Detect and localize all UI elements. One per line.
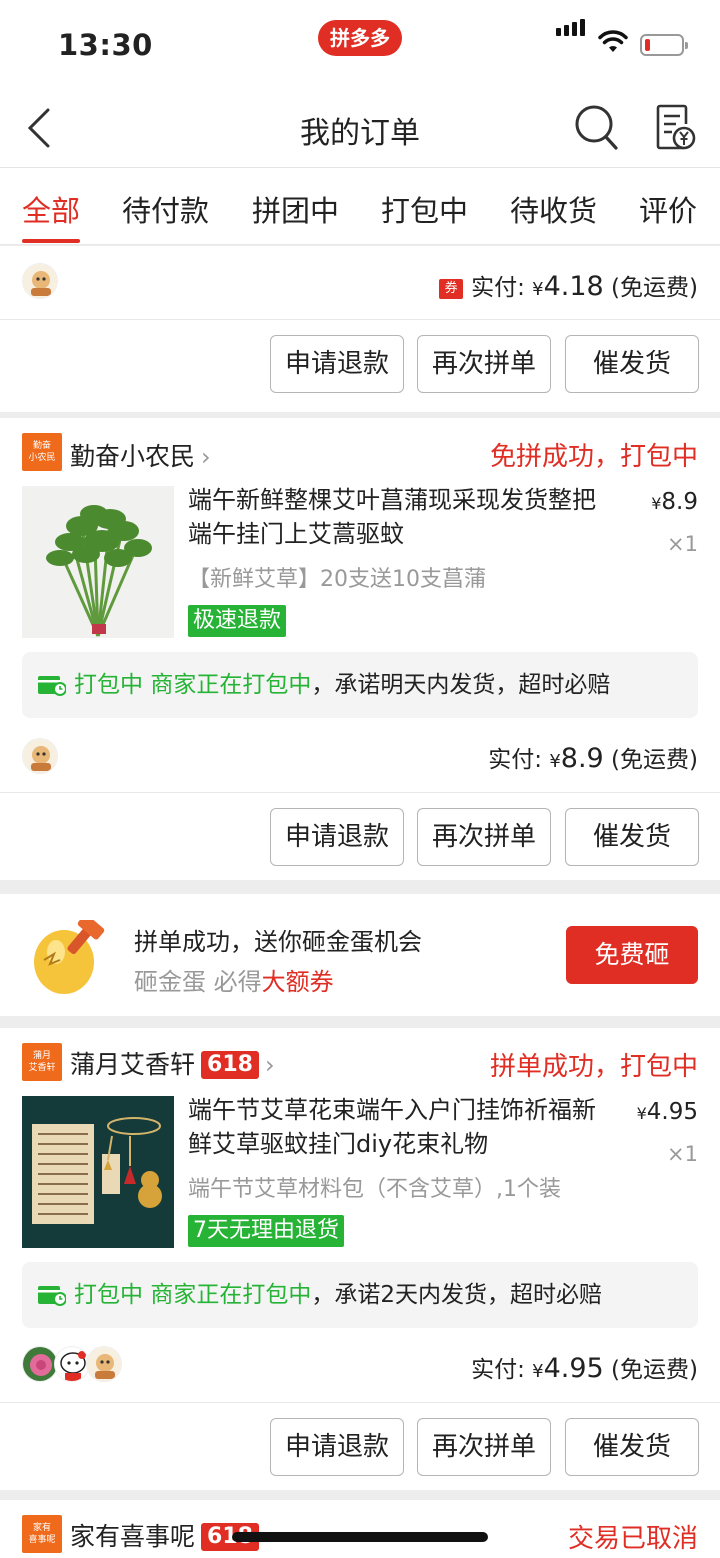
refund-button[interactable]: 申请退款 xyxy=(270,1418,404,1476)
order-card: 券实付: ¥4.18 (免运费) 申请退款 再次拼单 催发货 xyxy=(0,246,720,412)
wifi-icon xyxy=(598,30,628,58)
golden-egg-icon xyxy=(30,914,106,1000)
coupon-icon: 券 xyxy=(439,279,464,299)
status-time: 13:30 xyxy=(58,28,153,62)
seven-day-return-badge: 7天无理由退货 xyxy=(188,1215,344,1247)
shop-logo: 家有 喜事呢 xyxy=(22,1515,62,1553)
package-clock-icon xyxy=(38,1286,66,1306)
product-name[interactable]: 端午节艾草花束端午入户门挂饰祈福新鲜艾草驱蚊挂门diy花束礼物 xyxy=(188,1093,608,1161)
nav-header: 我的订单 xyxy=(0,90,720,168)
urge-shipping-button[interactable]: 催发货 xyxy=(565,335,699,393)
order-status: 拼单成功，打包中 xyxy=(489,1052,698,1082)
product-spec: 【新鲜艾草】20支送10支菖蒲 xyxy=(188,567,486,592)
avatar xyxy=(22,263,58,299)
order-card: 蒲月 艾香轩 蒲月艾香轩 618 › 拼单成功，打包中 端午节艾草花束端午入户门挂饰祈… xyxy=(0,1028,720,1490)
bill-button[interactable] xyxy=(654,104,698,156)
product-name[interactable]: 端午新鲜整棵艾叶菖蒲现采现发货整把端午挂门上艾蒿驱蚊 xyxy=(188,483,608,551)
shipping-notice[interactable]: 打包中 商家正在打包中，承诺2天内发货，超时必赔 xyxy=(22,1262,698,1328)
shop-logo: 勤奋 小农民 xyxy=(22,433,62,471)
search-button[interactable] xyxy=(574,104,620,156)
order-tabs: 全部 待付款 拼团中 打包中 待收货 评价 xyxy=(0,168,720,245)
shipping-notice[interactable]: 打包中 商家正在打包中，承诺明天内发货，超时必赔 xyxy=(22,652,698,718)
avatar xyxy=(86,1346,122,1382)
order-card: 家有 喜事呢 家有喜事呢 618 交易已取消 xyxy=(0,1500,720,1558)
status-bar: 13:30 拼多多 xyxy=(0,0,720,90)
paid-amount: 券实付: ¥4.18 (免运费) xyxy=(439,268,698,302)
paid-amount: 实付: ¥4.95 (免运费) xyxy=(471,1353,698,1384)
urge-shipping-button[interactable]: 催发货 xyxy=(565,808,699,866)
egg-title: 拼单成功，送你砸金蛋机会 xyxy=(134,928,422,956)
product-qty: ×1 xyxy=(667,1142,698,1166)
urge-shipping-button[interactable]: 催发货 xyxy=(565,1418,699,1476)
avatar xyxy=(22,1346,58,1382)
tab-grouping[interactable]: 拼团中 xyxy=(252,188,339,230)
regroup-button[interactable]: 再次拼单 xyxy=(417,335,551,393)
brand-badge: 拼多多 xyxy=(318,20,402,56)
avatar xyxy=(22,738,58,774)
tab-review[interactable]: 评价 xyxy=(639,188,697,230)
tab-pending-receipt[interactable]: 待收货 xyxy=(510,188,597,230)
product-price: ¥4.95 xyxy=(636,1099,698,1125)
tab-packing[interactable]: 打包中 xyxy=(381,188,468,230)
active-tab-indicator xyxy=(22,239,80,243)
paid-amount: 实付: ¥8.9 (免运费) xyxy=(488,743,698,774)
product-price: ¥8.9 xyxy=(651,489,698,515)
promo-618-badge: 618 xyxy=(201,1051,259,1079)
shop-name[interactable]: 勤奋小农民 › xyxy=(70,437,211,473)
search-icon xyxy=(575,105,618,150)
regroup-button[interactable]: 再次拼单 xyxy=(417,808,551,866)
chevron-right-icon: › xyxy=(201,443,211,471)
egg-subtitle: 砸金蛋 必得大额券 xyxy=(134,968,334,996)
shop-name[interactable]: 家有喜事呢 618 xyxy=(70,1517,259,1553)
chevron-right-icon: › xyxy=(264,1051,275,1079)
shop-name[interactable]: 蒲月艾香轩 618 › xyxy=(70,1045,275,1081)
product-image[interactable] xyxy=(22,1096,174,1248)
refund-button[interactable]: 申请退款 xyxy=(270,808,404,866)
order-status: 免拼成功，打包中 xyxy=(489,442,698,472)
product-spec: 端午节艾草材料包（不含艾草）,1个装 xyxy=(188,1177,561,1202)
avatar xyxy=(54,1346,90,1382)
fast-refund-badge: 极速退款 xyxy=(188,605,287,637)
home-indicator[interactable] xyxy=(232,1532,488,1542)
shop-logo: 蒲月 艾香轩 xyxy=(22,1043,62,1081)
order-status: 交易已取消 xyxy=(567,1524,698,1554)
refund-button[interactable]: 申请退款 xyxy=(270,335,404,393)
free-smash-button[interactable]: 免费砸 xyxy=(566,926,698,984)
tab-pending-payment[interactable]: 待付款 xyxy=(122,188,209,230)
product-image[interactable] xyxy=(22,486,174,638)
golden-egg-promo: 拼单成功，送你砸金蛋机会 砸金蛋 必得大额券 免费砸 xyxy=(0,894,720,1016)
battery-icon xyxy=(640,34,688,56)
package-clock-icon xyxy=(38,676,66,696)
regroup-button[interactable]: 再次拼单 xyxy=(417,1418,551,1476)
order-card: 勤奋 小农民 勤奋小农民 › 免拼成功，打包中 端午新鲜整棵艾叶菖蒲现采现发货整把端… xyxy=(0,418,720,880)
tab-all[interactable]: 全部 xyxy=(22,188,80,230)
product-qty: ×1 xyxy=(667,532,698,556)
bill-yen-icon xyxy=(656,104,696,150)
